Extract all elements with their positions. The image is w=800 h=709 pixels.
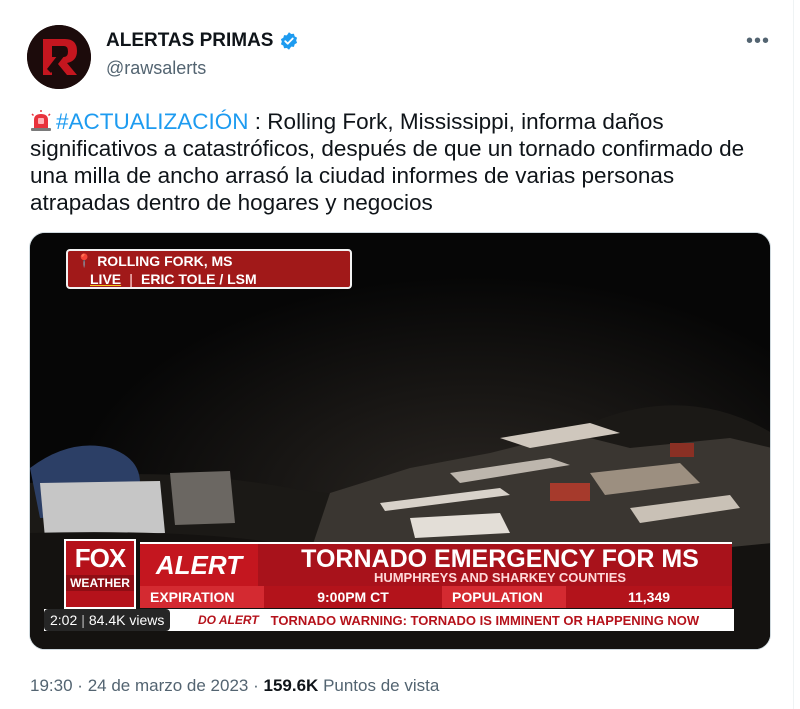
tweet-meta: 19:30 · 24 de marzo de 2023 · 159.6K Pun… [30,676,439,696]
meta-separator: · [77,676,83,695]
video-duration: 2:02 [50,612,78,628]
more-options-button[interactable]: ••• [746,30,770,53]
column-border [793,0,794,709]
population-label: POPULATION [442,586,566,608]
author-handle[interactable]: @rawsalerts [106,58,206,79]
video-stats-badge: 2:02 | 84.4K views [44,609,171,631]
live-label: LIVE [90,271,122,287]
tweet-date[interactable]: 24 de marzo de 2023 [88,676,249,695]
meta-separator-2: · [253,676,259,695]
view-count: 159.6K [263,676,319,695]
reporter-name: ERIC TOLE / LSM [141,271,257,287]
siren-emoji-icon [31,110,51,131]
video-views: 84.4K views [88,612,165,628]
display-name[interactable]: ALERTAS PRIMAS [106,30,273,52]
location-banner: 📍 ROLLING FORK, MS LIVE | ERIC TOLE / LSM [66,249,352,289]
expiration-value: 9:00PM CT [264,586,442,608]
author-name-row[interactable]: ALERTAS PRIMAS [106,30,299,52]
video-player[interactable]: 📍 ROLLING FORK, MS LIVE | ERIC TOLE / LSM … [29,232,771,650]
alert-label: ALERT [140,544,258,586]
banner-divider: | [129,271,134,287]
tweet-text: #ACTUALIZACIÓN : Rolling Fork, Mississip… [30,108,775,216]
population-value: 11,349 [566,586,732,608]
fox-weather-logo: FOX WEATHER [64,539,136,609]
view-label: Puntos de vista [323,676,440,695]
alert-banner: ALERT TORNADO EMERGENCY FOR MS HUMPHREYS… [140,542,732,586]
verified-badge-icon [281,32,298,50]
tweet-time[interactable]: 19:30 [30,676,73,695]
hashtag-link[interactable]: #ACTUALIZACIÓN [56,109,249,134]
ticker-text: TORNADO WARNING: TORNADO IS IMMINENT OR … [270,612,700,628]
ticker-tag: DO ALERT [198,613,259,627]
alert-info-bar: EXPIRATION 9:00PM CT POPULATION 11,349 [140,586,732,608]
avatar[interactable] [27,25,91,89]
location-text: ROLLING FORK, MS [97,253,233,269]
alert-subtitle: HUMPHREYS AND SHARKEY COUNTIES [373,570,627,585]
raws-logo-icon [27,25,91,89]
stats-divider: | [81,612,85,628]
expiration-label: EXPIRATION [140,586,264,608]
location-pin-icon: 📍 [76,253,93,268]
